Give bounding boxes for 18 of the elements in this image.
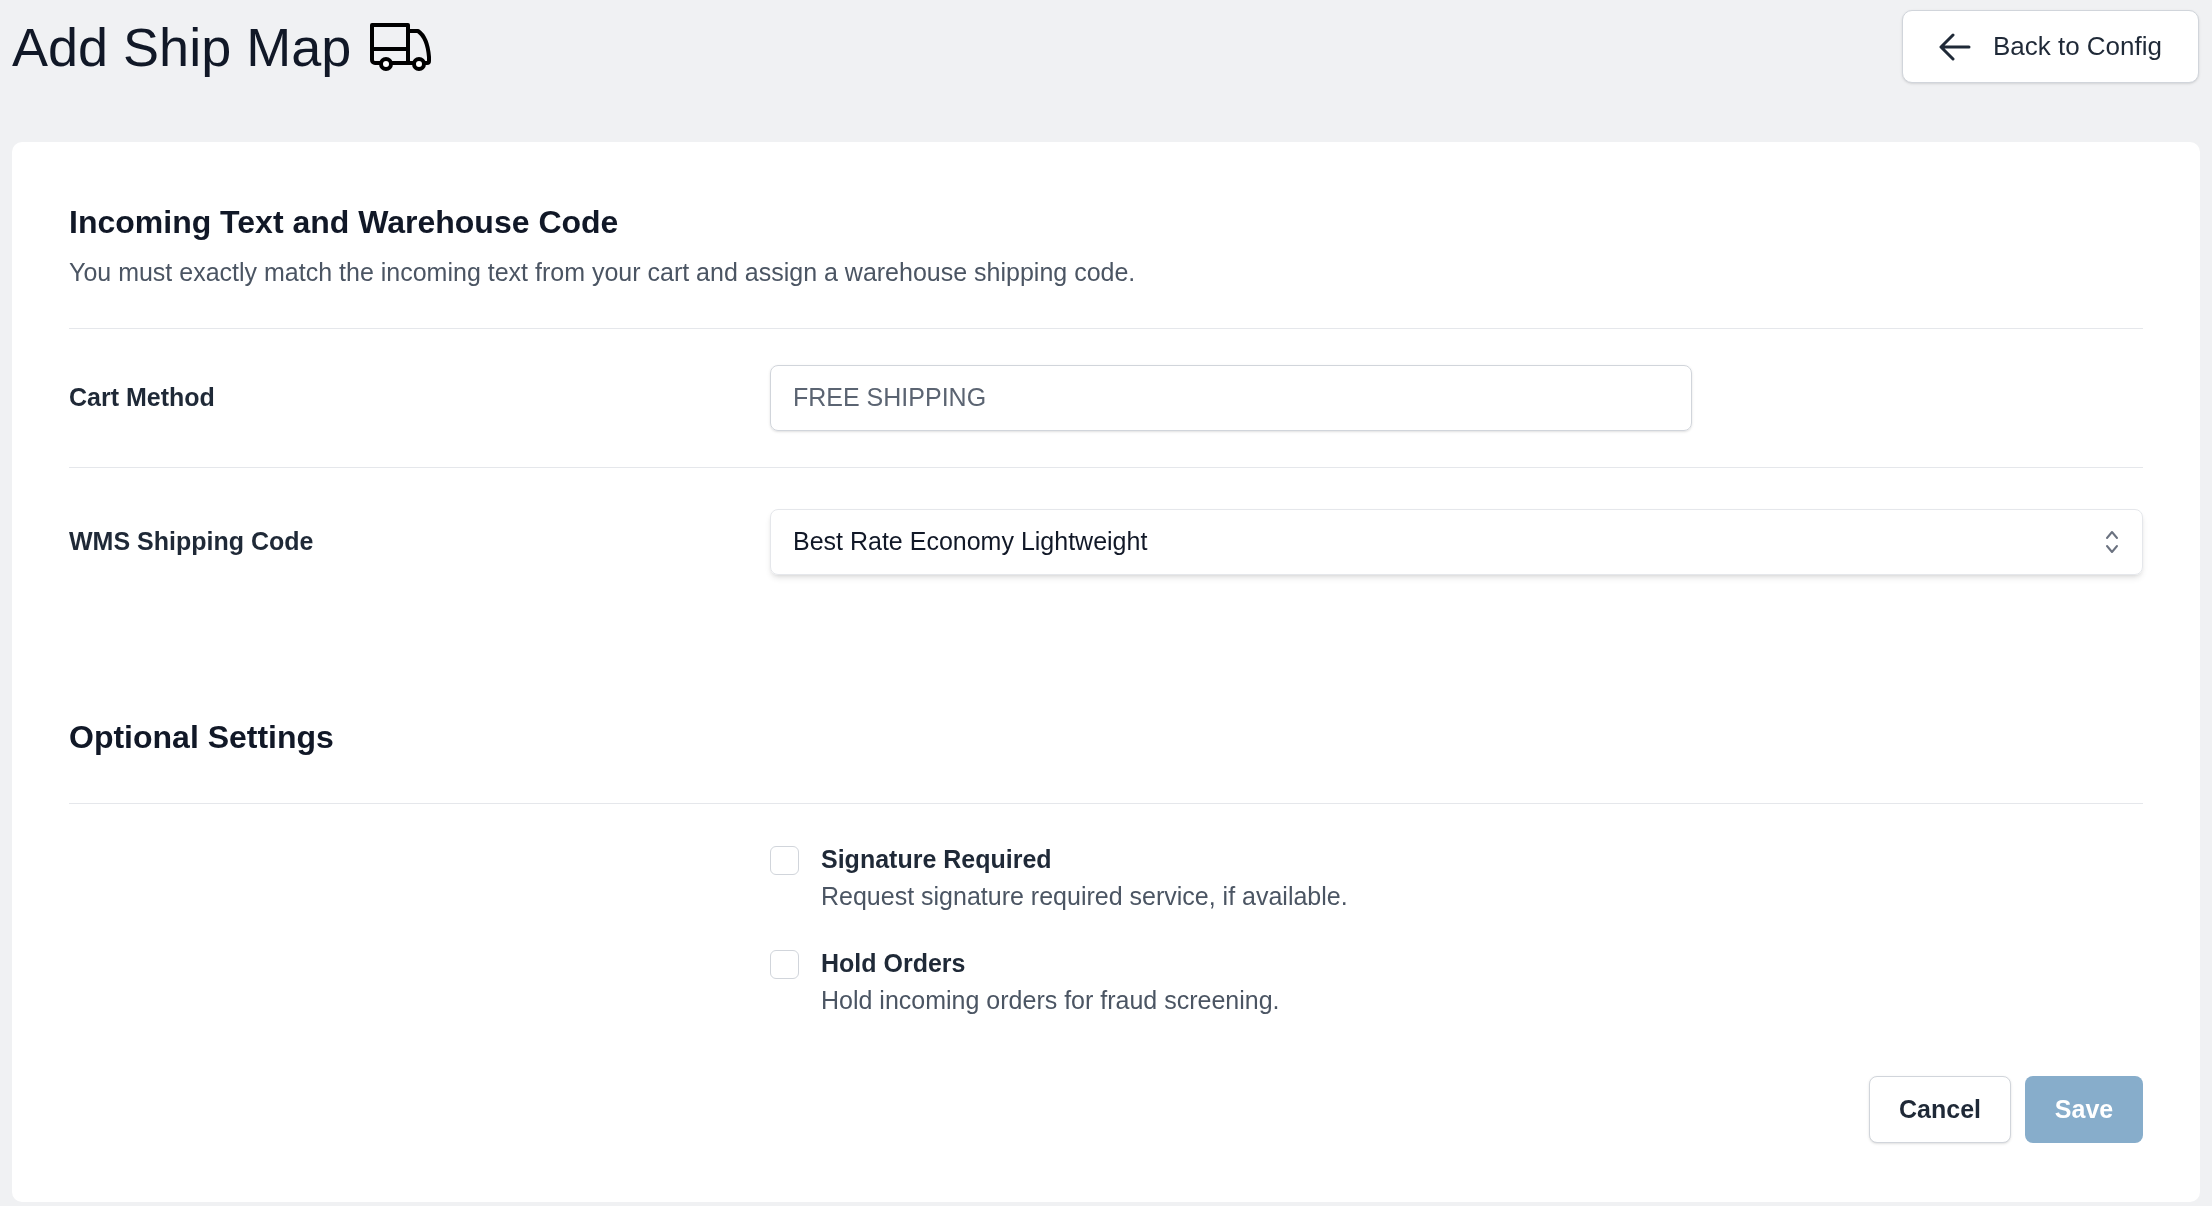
arrow-left-icon (1938, 32, 1971, 61)
field-label: WMS Shipping Code (69, 526, 315, 558)
section-title: Incoming Text and Warehouse Code (69, 203, 620, 242)
truck-icon (369, 21, 434, 73)
cancel-button[interactable]: Cancel (1869, 1076, 2011, 1143)
option-description: Request signature required service, if available. (821, 880, 1348, 912)
cart-method-field[interactable]: FREE SHIPPING (770, 364, 1692, 431)
checkbox[interactable] (770, 845, 799, 875)
section-description: You must exactly match the incoming text from your cart and assign a warehouse shipping code. (69, 254, 2143, 329)
field-label: Cart Method (69, 381, 216, 413)
option-label: Hold Orders (821, 948, 967, 979)
back-button[interactable]: Back to Config (1901, 10, 2199, 83)
option-label: Signature Required (821, 843, 1053, 875)
section-title: Optional Settings (69, 716, 2143, 804)
chevron-updown-icon (2104, 529, 2120, 555)
checkbox[interactable] (770, 950, 799, 979)
shipping-code-dropdown[interactable]: Best Rate Economy Lightweight (770, 509, 2143, 575)
option-description: Hold incoming orders for fraud screening. (821, 985, 1280, 1017)
